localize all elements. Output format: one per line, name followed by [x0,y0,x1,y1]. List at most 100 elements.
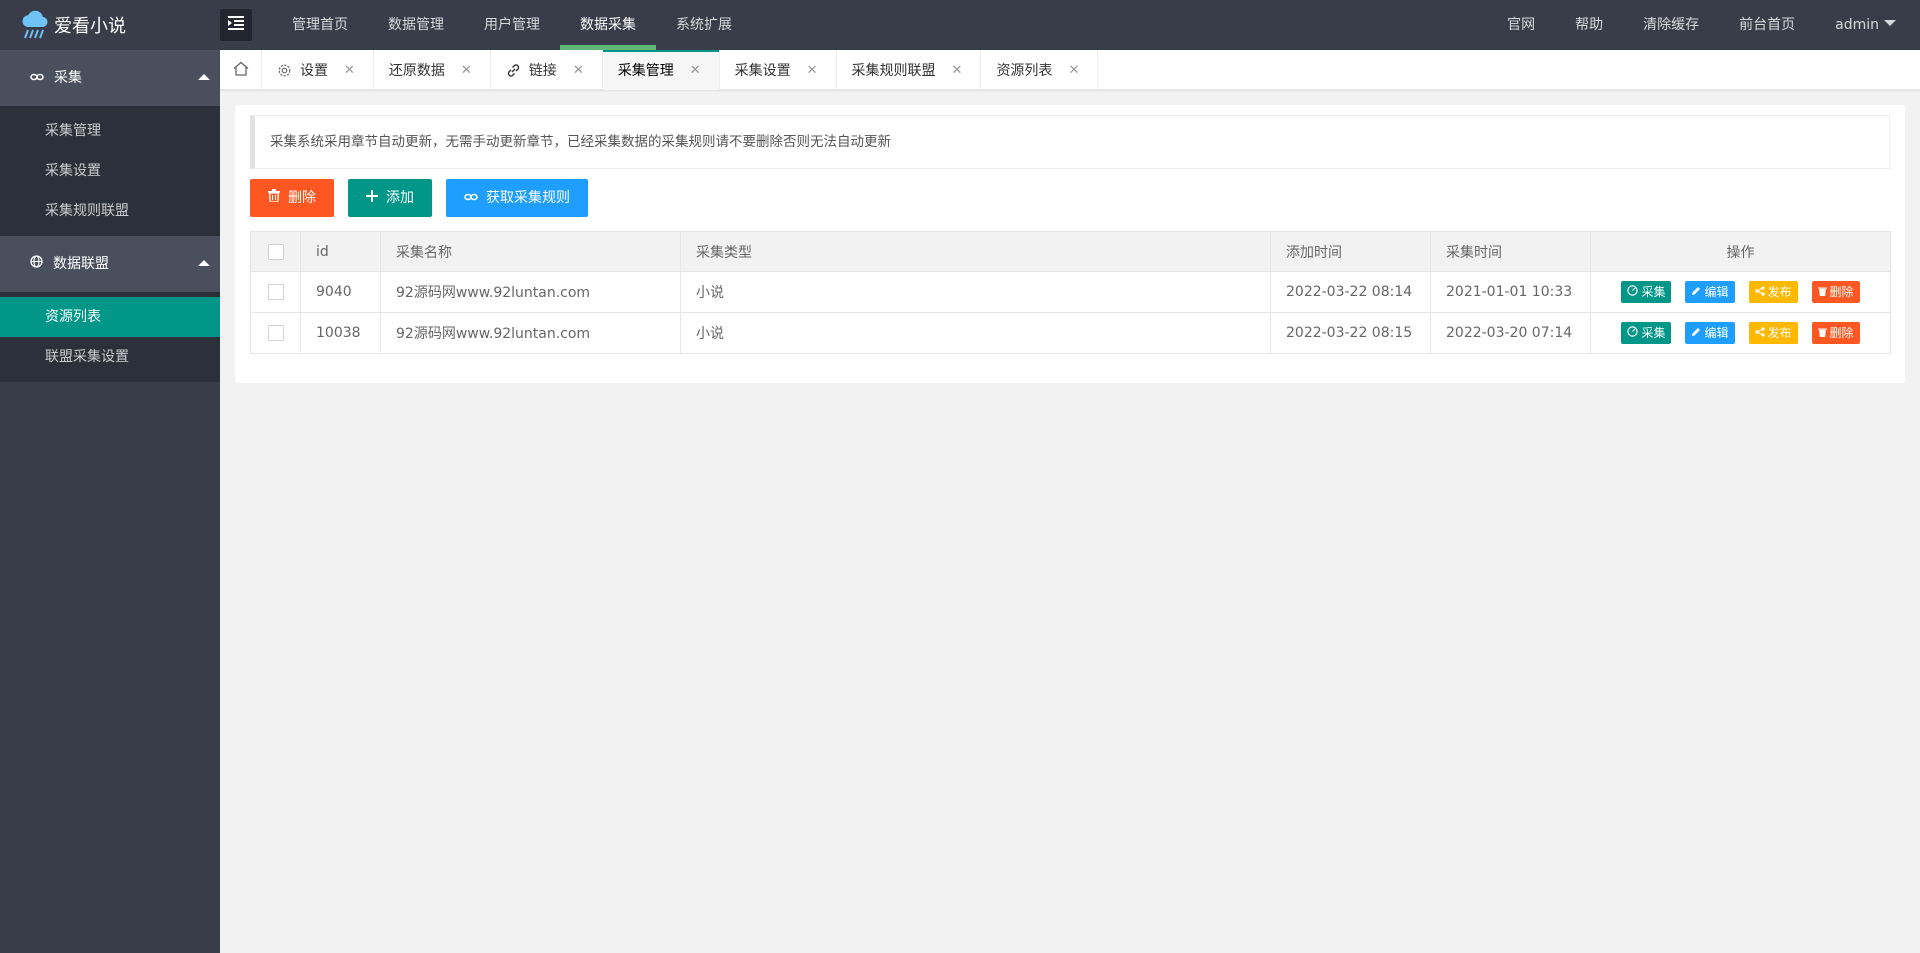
close-icon[interactable]: ✕ [461,63,472,78]
collect-button[interactable]: 采集 [1621,281,1672,303]
publish-button-label: 发布 [1767,326,1792,340]
sidebar-group-collection[interactable]: 采集 [0,50,220,106]
tab-label: 还原数据 [388,63,445,79]
row-delete-button[interactable]: 删除 [1811,322,1860,344]
row-delete-button-label: 删除 [1829,285,1854,299]
fetch-rules-button-label: 获取采集规则 [486,190,570,206]
collect-button-label: 采集 [1641,285,1666,299]
cell-id: 10038 [300,312,381,354]
sidebar-group-data-alliance[interactable]: 数据联盟 [0,236,220,292]
table-header-row: id 采集名称 采集类型 添加时间 采集时间 操作 [250,231,1891,272]
edit-button[interactable]: 编辑 [1685,322,1735,344]
top-header: 爱看小说 管理首页 数据管理 用户管理 数据采集 系统扩展 官网 帮助 清除缓存… [0,0,1920,50]
close-icon[interactable]: ✕ [1068,63,1079,78]
sidebar-item-alliance-collection-settings[interactable]: 联盟采集设置 [0,337,220,377]
edit-button-label: 编辑 [1704,326,1729,340]
column-header-type[interactable]: 采集类型 [680,231,1271,272]
tab-collection-settings[interactable]: 采集设置 ✕ [720,50,837,90]
trash-icon [268,179,280,217]
tab-settings[interactable]: 设置 ✕ [262,50,374,90]
top-nav-item-data-collection[interactable]: 数据采集 [560,0,656,50]
select-all-checkbox[interactable] [267,243,284,260]
row-checkbox[interactable] [267,325,284,341]
row-select-cell [250,312,301,354]
home-icon [233,61,249,80]
tab-label: 设置 [300,63,328,79]
top-nav-item-data-management[interactable]: 数据管理 [368,0,464,50]
frontend-home-link[interactable]: 前台首页 [1719,0,1815,50]
close-icon[interactable]: ✕ [344,63,355,78]
collection-table: id 采集名称 采集类型 添加时间 采集时间 操作 9040 92源码网www.… [250,231,1891,354]
tabs-bar: 设置 ✕ 还原数据 ✕ 链接 ✕ 采集管理 ✕ 采集设置 ✕ 采集规则联盟 ✕ … [220,50,1920,90]
chevron-up-icon [198,260,210,266]
column-header-collected-time[interactable]: 采集时间 [1430,231,1591,272]
cell-id: 9040 [300,271,381,313]
close-icon[interactable]: ✕ [573,63,584,78]
clear-cache-link[interactable]: 清除缓存 [1623,0,1719,50]
help-link[interactable]: 帮助 [1555,0,1623,50]
tab-home[interactable] [220,50,262,90]
tab-restore-data[interactable]: 还原数据 ✕ [374,50,491,90]
row-checkbox[interactable] [267,284,284,300]
tab-resource-list[interactable]: 资源列表 ✕ [981,50,1099,90]
notice-banner: 采集系统采用章节自动更新，无需手动更新章节，已经采集数据的采集规则请不要删除否则… [250,115,1890,169]
admin-username: admin [1835,17,1879,33]
cell-actions: 采集 编辑 发布 删除 [1590,271,1891,313]
tab-label: 资源列表 [996,63,1053,79]
close-icon[interactable]: ✕ [807,63,818,78]
app-logo[interactable]: 爱看小说 [20,0,126,50]
gauge-icon [1627,322,1639,344]
cell-collected-time: 2021-01-01 10:33 [1430,271,1591,313]
tab-collection-management[interactable]: 采集管理 ✕ [602,50,720,90]
close-icon[interactable]: ✕ [952,63,963,78]
collect-button[interactable]: 采集 [1621,322,1672,344]
link-icon [30,50,44,106]
link-icon [506,63,521,78]
pencil-icon [1691,322,1701,344]
official-site-link[interactable]: 官网 [1487,0,1555,50]
tab-links[interactable]: 链接 ✕ [491,50,603,90]
add-button[interactable]: 添加 [348,179,432,217]
sidebar-item-collection-rules-alliance[interactable]: 采集规则联盟 [0,191,220,231]
admin-user-menu[interactable]: admin [1815,0,1920,50]
column-header-id[interactable]: id [300,231,381,272]
link-icon [464,179,478,217]
sidebar-item-collection-settings[interactable]: 采集设置 [0,151,220,191]
cloud-rain-icon [20,10,48,40]
cell-actions: 采集 编辑 发布 删除 [1590,312,1891,354]
top-nav: 管理首页 数据管理 用户管理 数据采集 系统扩展 [272,0,752,50]
sidebar-item-collection-management[interactable]: 采集管理 [0,111,220,151]
tab-label: 采集管理 [617,63,674,79]
cell-name: 92源码网www.92luntan.com [380,271,681,313]
column-header-added-time[interactable]: 添加时间 [1270,231,1431,272]
tab-collection-rules-alliance[interactable]: 采集规则联盟 ✕ [837,50,982,90]
table-row: 10038 92源码网www.92luntan.com 小说 2022-03-2… [250,312,1891,354]
cell-collected-time: 2022-03-20 07:14 [1430,312,1591,354]
row-delete-button[interactable]: 删除 [1811,281,1860,303]
menu-toggle-button[interactable] [220,9,252,41]
close-icon[interactable]: ✕ [690,63,701,78]
share-icon [1754,281,1765,303]
plus-icon [366,179,378,217]
fetch-rules-button[interactable]: 获取采集规则 [446,179,588,217]
publish-button[interactable]: 发布 [1748,281,1798,303]
cell-type: 小说 [680,271,1271,313]
delete-button[interactable]: 删除 [250,179,334,217]
select-all-cell [250,231,301,272]
row-delete-button-label: 删除 [1829,326,1854,340]
publish-button[interactable]: 发布 [1748,322,1798,344]
top-nav-item-system-extension[interactable]: 系统扩展 [656,0,752,50]
trash-icon [1817,281,1827,303]
top-nav-item-home[interactable]: 管理首页 [272,0,368,50]
column-header-name[interactable]: 采集名称 [380,231,681,272]
top-nav-item-user-management[interactable]: 用户管理 [464,0,560,50]
tab-label: 采集规则联盟 [851,63,936,79]
cell-added-time: 2022-03-22 08:15 [1270,312,1431,354]
cell-added-time: 2022-03-22 08:14 [1270,271,1431,313]
share-icon [1754,322,1765,344]
chevron-up-icon [198,74,210,80]
sidebar-group-data-alliance-items: 资源列表 联盟采集设置 [0,292,220,382]
sidebar-group-label: 数据联盟 [53,256,109,272]
edit-button[interactable]: 编辑 [1685,281,1735,303]
sidebar-item-resource-list[interactable]: 资源列表 [0,297,220,337]
